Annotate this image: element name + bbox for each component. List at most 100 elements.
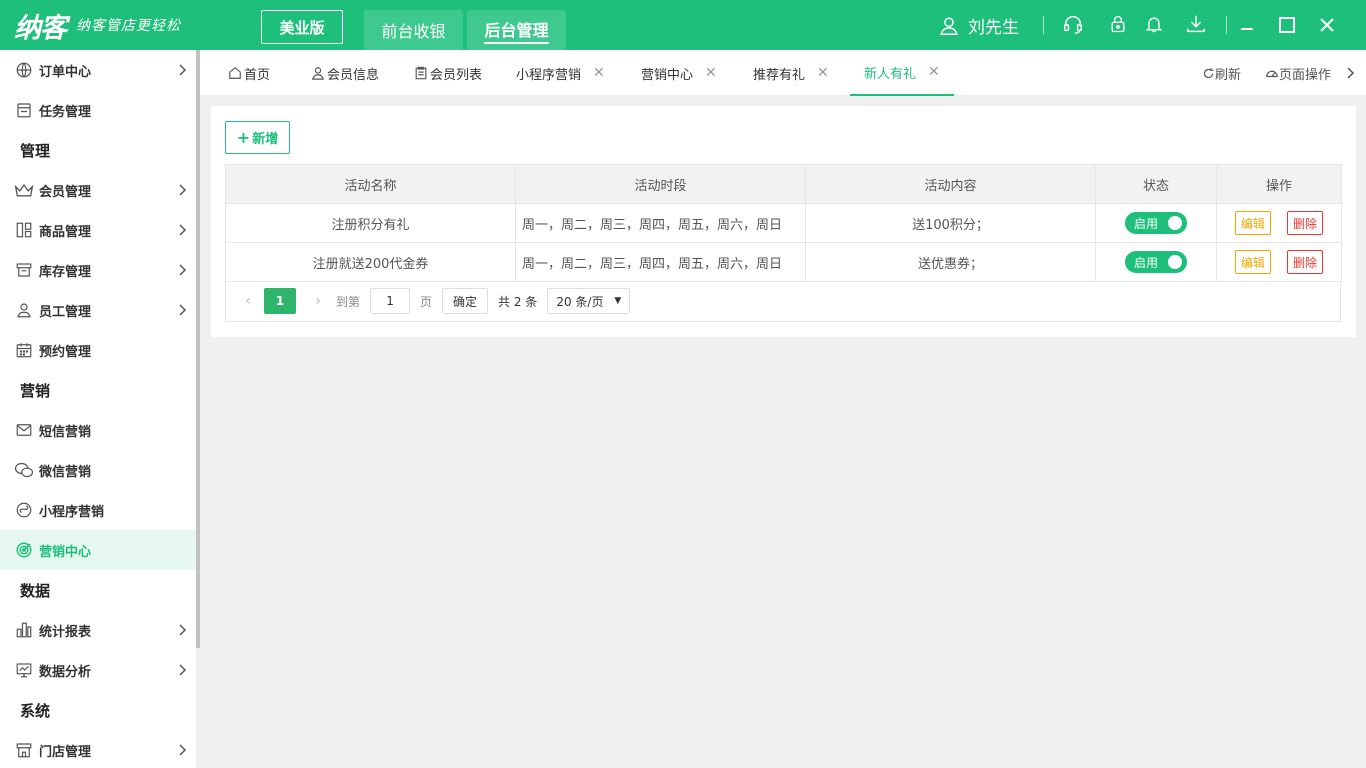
tab-miniprogram-marketing[interactable]: 小程序营销 ✕ <box>516 50 605 96</box>
tab-label: 新人有礼 <box>864 66 917 82</box>
activity-name: 注册积分有礼 <box>225 203 516 243</box>
sidebar-item-members[interactable]: 会员管理 <box>0 170 196 210</box>
add-button-label: 新增 <box>252 132 279 147</box>
activity-period: 周一，周二，周三，周四，周五，周六，周日 <box>515 203 806 243</box>
analysis-icon <box>14 660 34 680</box>
goto-page-input[interactable]: 1 <box>370 288 411 314</box>
status-toggle[interactable]: 启用 <box>1125 212 1187 234</box>
refresh-button[interactable]: 刷新 <box>1202 50 1241 96</box>
user-icon <box>311 67 325 80</box>
refresh-icon <box>1203 67 1214 78</box>
bell-icon[interactable] <box>1143 13 1165 35</box>
actions-cell: 编辑 删除 <box>1216 203 1342 243</box>
mode-tab-label: 前台收银 <box>381 22 446 41</box>
sidebar-item-stores[interactable]: 门店管理 <box>0 730 196 768</box>
sidebar-item-staff[interactable]: 员工管理 <box>0 290 196 330</box>
download-icon[interactable] <box>1185 13 1207 35</box>
activity-name: 注册就送200代金券 <box>225 242 516 282</box>
sidebar-item-label: 微信营销 <box>39 464 92 480</box>
sidebar-item-label: 商品管理 <box>39 224 92 240</box>
tab-close-icon[interactable]: ✕ <box>928 64 940 80</box>
next-page-icon[interactable]: › <box>310 293 326 309</box>
status-toggle[interactable]: 启用 <box>1125 251 1187 273</box>
top-bar: 纳客 纳客管店更轻松 美业版 前台收银 后台管理 刘先生 <box>0 0 1366 50</box>
page-size-select[interactable]: 20 条/页 ▼ <box>547 288 631 314</box>
sidebar-item-tasks[interactable]: 任务管理 <box>0 90 196 130</box>
sidebar-item-inventory[interactable]: 库存管理 <box>0 250 196 290</box>
sidebar-scrollbar[interactable] <box>196 50 200 648</box>
user-name: 刘先生 <box>968 18 1019 38</box>
sidebar-item-orders[interactable]: 订单中心 <box>0 50 196 90</box>
chevron-right-icon <box>179 664 187 676</box>
sidebar-section-system: 系统 <box>20 701 51 720</box>
table-row: 注册就送200代金券 周一，周二，周三，周四，周五，周六，周日 送优惠券； 启用… <box>225 242 1342 282</box>
status-cell: 启用 <box>1095 242 1217 282</box>
goto-confirm-button[interactable]: 确定 <box>442 288 489 314</box>
total-count: 共 2 条 <box>498 294 538 309</box>
tab-close-icon[interactable]: ✕ <box>593 65 605 81</box>
sidebar-item-label: 预约管理 <box>39 344 92 360</box>
sidebar-item-goods[interactable]: 商品管理 <box>0 210 196 250</box>
sidebar-item-reports[interactable]: 统计报表 <box>0 610 196 650</box>
column-header: 活动时段 <box>515 164 806 204</box>
delete-button[interactable]: 删除 <box>1287 250 1324 274</box>
crown-icon <box>14 180 34 200</box>
headset-icon[interactable] <box>1062 13 1084 35</box>
wechat-icon <box>14 460 34 480</box>
tab-home[interactable]: 首页 <box>228 50 270 96</box>
sidebar-item-analysis[interactable]: 数据分析 <box>0 650 196 690</box>
edit-button[interactable]: 编辑 <box>1234 250 1271 274</box>
current-page[interactable]: 1 <box>264 288 296 314</box>
close-icon[interactable] <box>1316 14 1338 36</box>
mode-tab-backoffice[interactable]: 后台管理 <box>467 10 566 50</box>
tab-member-list[interactable]: 会员列表 <box>414 50 482 96</box>
globe-icon <box>14 60 34 80</box>
divider <box>1226 16 1227 34</box>
chevron-right-icon <box>179 264 187 276</box>
sidebar-item-wechat[interactable]: 微信营销 <box>0 450 196 490</box>
sidebar: 订单中心 任务管理 管理 会员管理 商品管理 库存管理 员工管理 预约管理 营销… <box>0 50 196 768</box>
chevron-right-icon <box>179 64 187 76</box>
add-button[interactable]: + 新增 <box>225 121 290 154</box>
sidebar-section-marketing: 营销 <box>20 381 51 400</box>
sidebar-item-label: 员工管理 <box>39 304 92 320</box>
tab-close-icon[interactable]: ✕ <box>705 65 717 81</box>
minimize-icon[interactable] <box>1236 14 1258 36</box>
tab-close-icon[interactable]: ✕ <box>817 65 829 81</box>
mode-tab-cashier[interactable]: 前台收银 <box>364 10 463 50</box>
delete-button[interactable]: 删除 <box>1287 211 1324 235</box>
page-size-value: 20 条/页 <box>556 294 604 309</box>
sidebar-item-sms[interactable]: 短信营销 <box>0 410 196 450</box>
sidebar-item-label: 营销中心 <box>39 544 92 560</box>
prev-page-icon[interactable]: ‹ <box>240 293 256 309</box>
tab-referral-gift[interactable]: 推荐有礼 ✕ <box>753 50 829 96</box>
activity-period: 周一，周二，周三，周四，周五，周六，周日 <box>515 242 806 282</box>
toggle-knob <box>1168 255 1182 269</box>
tab-newcomer-gift[interactable]: 新人有礼 ✕ <box>850 50 954 96</box>
mail-icon <box>14 420 34 440</box>
tabs-scroll-right-icon[interactable] <box>1346 50 1356 96</box>
table-header-row: 活动名称 活动时段 活动内容 状态 操作 <box>225 164 1342 204</box>
edition-button[interactable]: 美业版 <box>261 10 343 44</box>
table-row: 注册积分有礼 周一，周二，周三，周四，周五，周六，周日 送100积分； 启用 编… <box>225 203 1342 243</box>
lock-icon[interactable] <box>1107 13 1129 35</box>
goods-icon <box>14 220 34 240</box>
toggle-knob <box>1168 216 1182 230</box>
user-menu[interactable]: 刘先生 <box>938 13 1019 38</box>
chevron-right-icon <box>179 184 187 196</box>
maximize-icon[interactable] <box>1276 14 1298 36</box>
mode-tab-label: 后台管理 <box>484 17 549 44</box>
tab-marketing-center[interactable]: 营销中心 ✕ <box>641 50 717 96</box>
status-label: 启用 <box>1134 255 1159 270</box>
activity-content: 送优惠券； <box>805 242 1096 282</box>
tab-member-info[interactable]: 会员信息 <box>311 50 379 96</box>
sidebar-item-miniprogram[interactable]: 小程序营销 <box>0 490 196 530</box>
activity-content: 送100积分； <box>805 203 1096 243</box>
inventory-icon <box>14 260 34 280</box>
chevron-right-icon <box>179 304 187 316</box>
sidebar-item-marketing-center[interactable]: 营销中心 <box>0 530 196 570</box>
sidebar-item-booking[interactable]: 预约管理 <box>0 330 196 370</box>
page-ops-label: 页面操作 <box>1279 67 1332 83</box>
edit-button[interactable]: 编辑 <box>1234 211 1271 235</box>
page-ops-button[interactable]: 页面操作 <box>1265 50 1331 96</box>
